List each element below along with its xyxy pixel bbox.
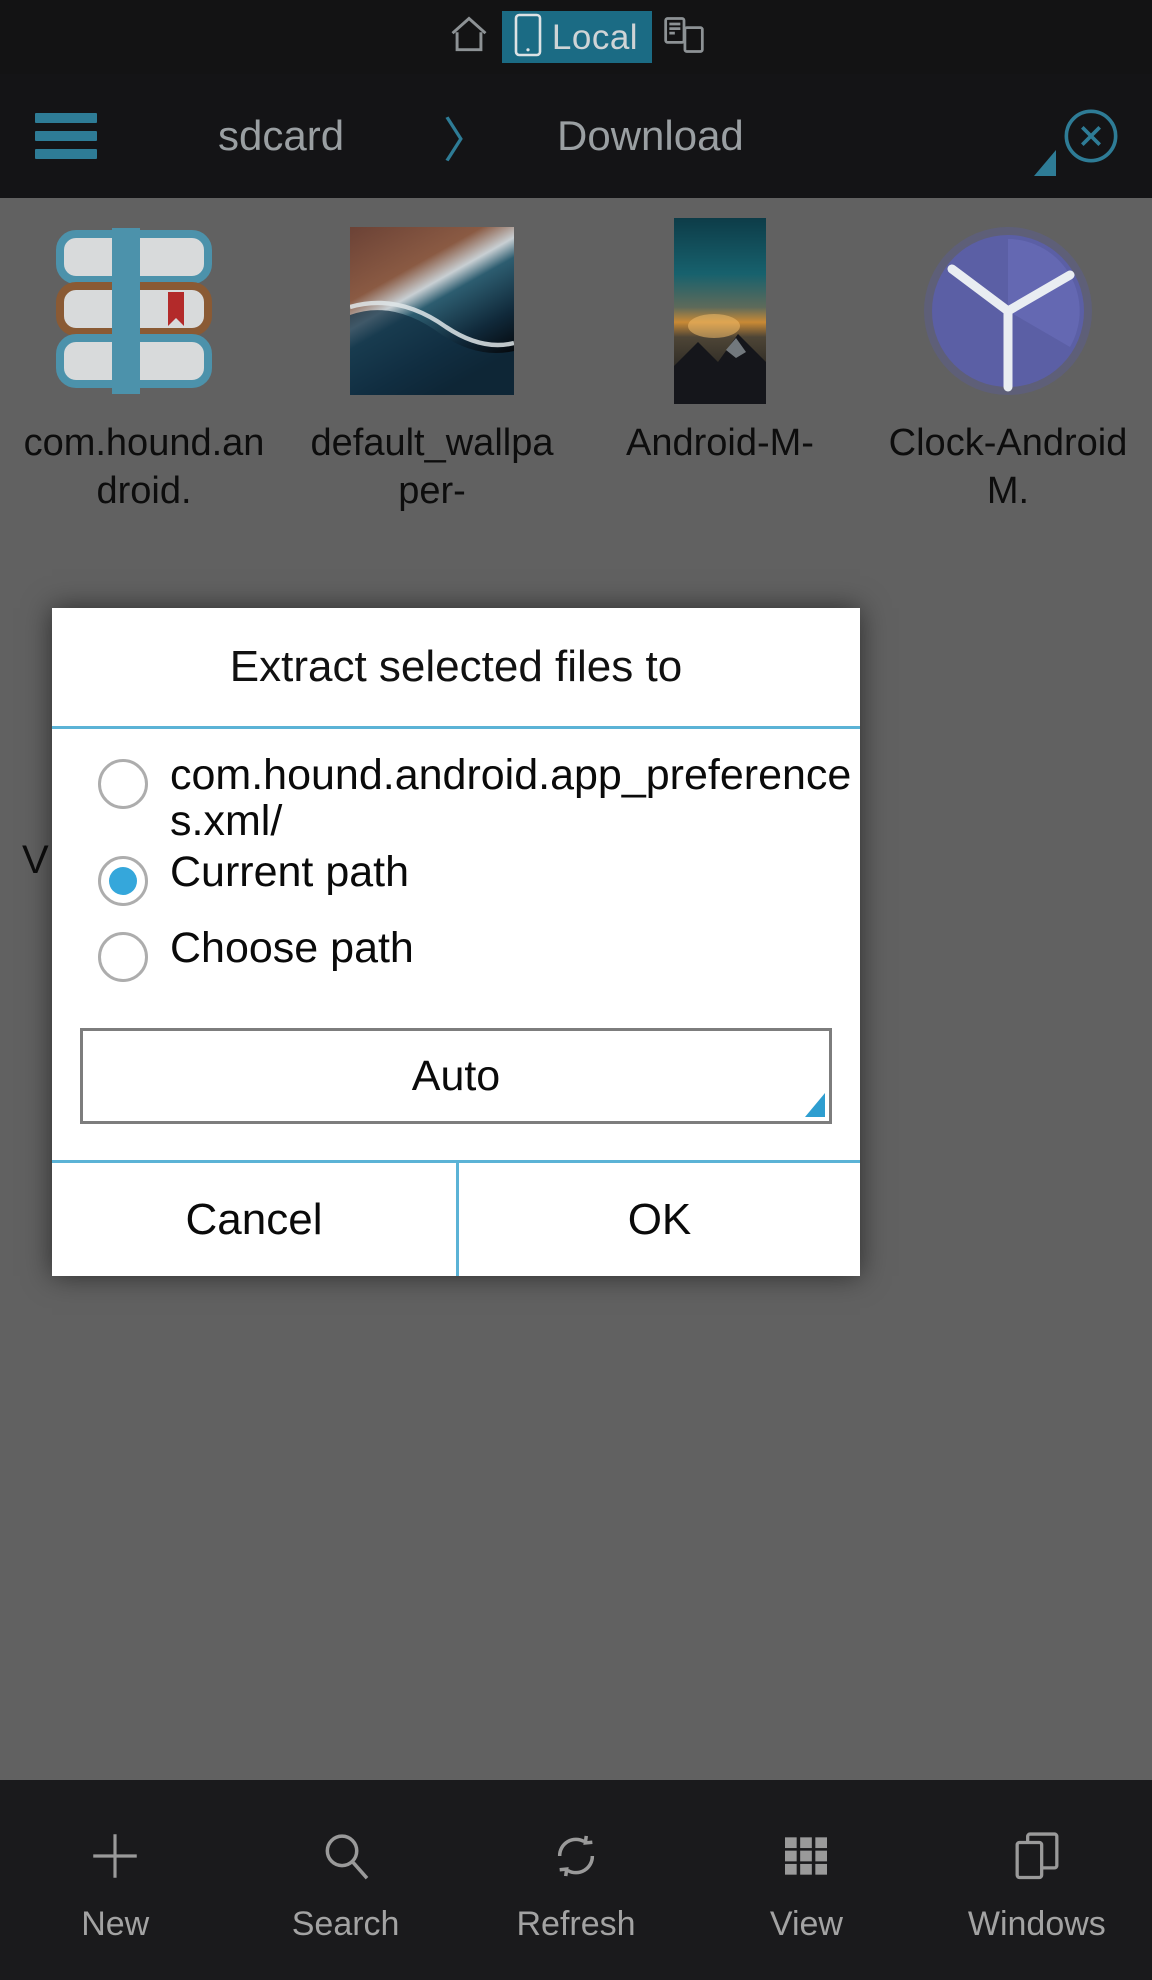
close-circle-icon[interactable] — [1062, 107, 1120, 165]
encoding-select-value: Auto — [411, 1051, 501, 1100]
file-item[interactable]: Android-M- — [576, 198, 864, 516]
path-navbar: sdcard 〉 Download — [0, 74, 1152, 198]
home-icon — [446, 13, 492, 62]
sunset-photo — [674, 218, 766, 404]
dialog-footer: Cancel OK — [52, 1160, 860, 1277]
breadcrumb-parent[interactable]: sdcard — [218, 112, 344, 160]
coast-photo — [350, 227, 514, 395]
tab-local-label: Local — [551, 17, 639, 57]
radio-icon-unselected[interactable] — [98, 759, 148, 809]
file-thumbnail — [864, 216, 1152, 406]
breadcrumb-current[interactable]: Download — [557, 112, 744, 160]
file-grid: com.hound.android. default_wallpaper- An… — [0, 198, 1152, 516]
file-thumbnail — [0, 216, 288, 406]
toolbar-refresh-label: Refresh — [516, 1904, 636, 1943]
toolbar-new-label: New — [81, 1904, 150, 1943]
file-item[interactable]: default_wallpaper- — [288, 198, 576, 516]
tab-local[interactable]: Local — [501, 11, 653, 63]
windows-icon — [1009, 1825, 1065, 1887]
search-icon — [318, 1825, 374, 1887]
radio-option-archive-name[interactable]: com.hound.android.app_preferences.xml/ — [52, 751, 860, 844]
toolbar-windows[interactable]: Windows — [922, 1780, 1152, 1980]
toolbar-view-label: View — [769, 1904, 843, 1943]
toolbar-view[interactable]: View — [691, 1780, 921, 1980]
refresh-icon — [548, 1825, 604, 1887]
radio-option-label: com.hound.android.app_preferences.xml/ — [170, 751, 852, 845]
plus-icon — [86, 1825, 144, 1887]
dialog-body: com.hound.android.app_preferences.xml/ C… — [52, 729, 860, 1277]
dropdown-corner-icon — [805, 1093, 825, 1118]
bottom-toolbar: New Search Refresh View Windows — [0, 1780, 1152, 1980]
radio-option-label: Current path — [170, 848, 410, 897]
toolbar-search[interactable]: Search — [230, 1780, 460, 1980]
radio-icon-selected[interactable] — [98, 856, 148, 907]
dialog-title: Extract selected files to — [229, 642, 683, 691]
file-name: Clock-AndroidM. — [888, 422, 1128, 512]
device-tab-strip: Local — [0, 0, 1152, 74]
file-item[interactable]: Clock-AndroidM. — [864, 198, 1152, 516]
toolbar-refresh[interactable]: Refresh — [461, 1780, 691, 1980]
clock-icon — [924, 227, 1092, 395]
books-icon — [56, 228, 212, 394]
ok-button[interactable]: OK — [456, 1163, 860, 1277]
radio-option-current-path[interactable]: Current path — [52, 848, 860, 920]
cancel-button[interactable]: Cancel — [52, 1163, 456, 1277]
toolbar-search-label: Search — [291, 1904, 400, 1943]
file-name: default_wallpaper- — [310, 422, 554, 512]
resize-corner-icon — [1034, 150, 1056, 176]
file-item[interactable]: com.hound.android. — [0, 198, 288, 516]
encoding-select[interactable]: Auto — [80, 1028, 832, 1125]
toolbar-windows-label: Windows — [967, 1904, 1106, 1943]
breadcrumb-separator-icon: 〉 — [443, 115, 492, 168]
radio-icon-unselected[interactable] — [98, 932, 148, 983]
devices-icon — [662, 13, 706, 62]
grid-icon — [778, 1825, 834, 1887]
tab-network[interactable] — [652, 11, 716, 63]
hamburger-icon[interactable] — [35, 113, 97, 159]
file-name: Android-M- — [626, 422, 814, 464]
file-name: com.hound.android. — [23, 422, 265, 512]
phone-icon — [514, 13, 542, 62]
app-root: Local sdcard 〉 Download com.hound.androi… — [0, 0, 1152, 1980]
tab-home[interactable] — [436, 11, 502, 63]
toolbar-new[interactable]: New — [0, 1780, 230, 1980]
extract-dialog: Extract selected files to com.hound.andr… — [52, 608, 860, 1277]
background-truncated-text: V — [22, 838, 49, 882]
radio-option-label: Choose path — [170, 924, 414, 973]
radio-option-choose-path[interactable]: Choose path — [52, 924, 860, 996]
file-thumbnail — [288, 216, 576, 406]
file-thumbnail — [576, 216, 864, 406]
